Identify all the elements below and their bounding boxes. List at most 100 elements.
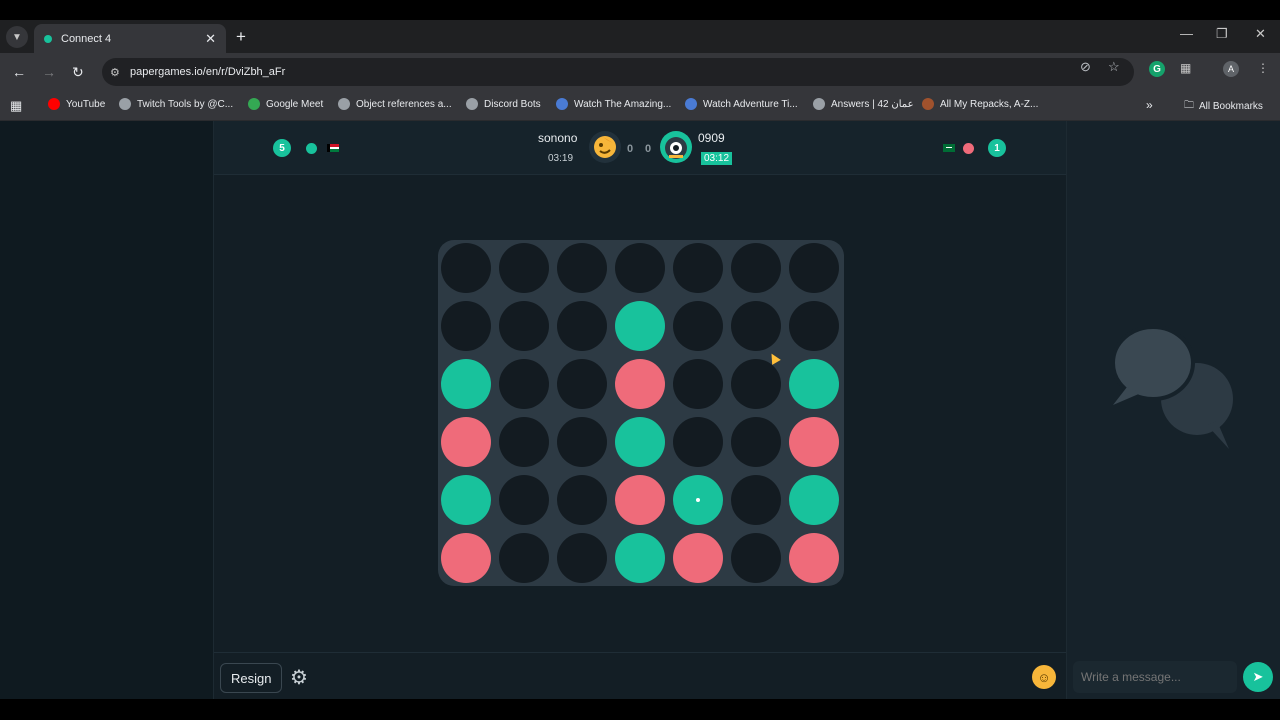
player1-score: 0 xyxy=(627,143,634,155)
empty-slot[interactable] xyxy=(673,359,723,409)
url-text[interactable]: papergames.io/en/r/DviZbh_aFr xyxy=(130,66,285,78)
empty-slot[interactable] xyxy=(731,475,781,525)
game-panel: 5 sonono 03:19 0 0 0909 03:12 1 Resign ⚙… xyxy=(213,121,1067,699)
more-bookmarks-icon[interactable]: » xyxy=(1146,98,1153,112)
chat-message-input[interactable] xyxy=(1073,661,1237,693)
bottom-letterbox xyxy=(0,699,1280,720)
player1-avatar xyxy=(589,131,621,163)
teal-disc[interactable] xyxy=(615,301,665,351)
empty-slot[interactable] xyxy=(789,301,839,351)
empty-slot[interactable] xyxy=(731,359,781,409)
teal-disc[interactable] xyxy=(615,417,665,467)
bookmark-item[interactable]: Discord Bots xyxy=(466,98,541,110)
bookmark-item[interactable]: All My Repacks, A-Z... xyxy=(922,98,1038,110)
all-bookmarks[interactable]: 🗀 All Bookmarks xyxy=(1184,98,1263,115)
close-window-icon[interactable]: ✕ xyxy=(1255,26,1266,42)
empty-slot[interactable] xyxy=(673,301,723,351)
empty-slot[interactable] xyxy=(441,301,491,351)
empty-slot[interactable] xyxy=(557,533,607,583)
bookmark-favicon-icon xyxy=(556,98,568,110)
bookmark-favicon-icon xyxy=(685,98,697,110)
game-header: 5 sonono 03:19 0 0 0909 03:12 1 xyxy=(214,121,1066,175)
all-bookmarks-label: All Bookmarks xyxy=(1199,101,1263,112)
reload-icon[interactable]: ↻ xyxy=(72,64,84,81)
bookmark-favicon-icon xyxy=(813,98,825,110)
empty-slot[interactable] xyxy=(789,243,839,293)
empty-slot[interactable] xyxy=(499,533,549,583)
teal-disc[interactable] xyxy=(789,359,839,409)
teal-disc[interactable] xyxy=(673,475,723,525)
empty-slot[interactable] xyxy=(731,417,781,467)
minimize-icon[interactable]: — xyxy=(1180,26,1193,41)
empty-slot[interactable] xyxy=(441,243,491,293)
close-tab-icon[interactable]: ✕ xyxy=(205,31,216,47)
red-disc[interactable] xyxy=(789,533,839,583)
send-icon[interactable]: ➤ xyxy=(1243,662,1273,692)
empty-slot[interactable] xyxy=(499,417,549,467)
empty-slot[interactable] xyxy=(557,359,607,409)
tab-search-icon[interactable]: ▼ xyxy=(6,26,28,48)
empty-slot[interactable] xyxy=(731,243,781,293)
profile-avatar[interactable]: A xyxy=(1223,61,1239,77)
menu-icon[interactable]: ⋮ xyxy=(1257,61,1269,75)
tab-connect-4[interactable]: Connect 4 ✕ xyxy=(34,24,226,53)
player2-flag-icon xyxy=(943,144,955,152)
player2-score: 0 xyxy=(645,143,652,155)
emoji-icon[interactable]: ☺ xyxy=(1032,665,1056,689)
bookmark-item[interactable]: Twitch Tools by @C... xyxy=(119,98,233,110)
browser-toolbar: ← → ↻ ⚙ papergames.io/en/r/DviZbh_aFr ⊘ … xyxy=(0,53,1280,91)
bookmark-item[interactable]: Watch Adventure Ti... xyxy=(685,98,798,110)
empty-slot[interactable] xyxy=(615,243,665,293)
red-disc[interactable] xyxy=(673,533,723,583)
bookmark-item[interactable]: Answers | عمان 42 xyxy=(813,98,914,110)
bookmark-item[interactable]: YouTube xyxy=(48,98,105,110)
empty-slot[interactable] xyxy=(499,475,549,525)
red-disc[interactable] xyxy=(441,533,491,583)
connect4-board[interactable] xyxy=(438,240,844,586)
empty-slot[interactable] xyxy=(557,475,607,525)
red-disc[interactable] xyxy=(441,417,491,467)
restore-icon[interactable]: ❐ xyxy=(1216,26,1228,42)
address-bar[interactable]: ⚙ papergames.io/en/r/DviZbh_aFr xyxy=(102,58,1134,86)
forward-icon[interactable]: → xyxy=(42,64,56,80)
red-dot xyxy=(963,143,974,154)
teal-disc[interactable] xyxy=(789,475,839,525)
left-player-badge: 5 xyxy=(273,139,291,157)
bookmark-star-icon[interactable]: ☆ xyxy=(1108,59,1120,75)
empty-slot[interactable] xyxy=(731,533,781,583)
screen: ▼ Connect 4 ✕ + — ❐ ✕ ← → ↻ ⚙ papergames… xyxy=(0,0,1280,720)
bookmark-label: Discord Bots xyxy=(484,98,541,110)
empty-slot[interactable] xyxy=(557,301,607,351)
teal-disc[interactable] xyxy=(441,475,491,525)
tab-title: Connect 4 xyxy=(61,32,112,45)
extensions-icon[interactable]: ▦ xyxy=(1180,61,1191,75)
red-disc[interactable] xyxy=(615,475,665,525)
grammarly-icon[interactable]: G xyxy=(1149,61,1165,77)
empty-slot[interactable] xyxy=(499,301,549,351)
player2-avatar xyxy=(660,131,692,163)
teal-disc[interactable] xyxy=(441,359,491,409)
bookmark-label: Twitch Tools by @C... xyxy=(137,98,234,110)
site-info-icon[interactable]: ⚙ xyxy=(110,66,130,79)
red-disc[interactable] xyxy=(615,359,665,409)
bookmark-item[interactable]: Object references a... xyxy=(338,98,452,110)
teal-disc[interactable] xyxy=(615,533,665,583)
empty-slot[interactable] xyxy=(499,243,549,293)
bookmark-item[interactable]: Watch The Amazing... xyxy=(556,98,671,110)
red-disc[interactable] xyxy=(789,417,839,467)
empty-slot[interactable] xyxy=(673,243,723,293)
empty-slot[interactable] xyxy=(557,417,607,467)
bookmark-favicon-icon xyxy=(338,98,350,110)
empty-slot[interactable] xyxy=(557,243,607,293)
new-tab-icon[interactable]: + xyxy=(236,27,246,47)
resign-button[interactable]: Resign xyxy=(220,663,283,693)
bookmark-item[interactable]: Google Meet xyxy=(248,98,323,110)
settings-gear-icon[interactable]: ⚙ xyxy=(290,665,308,690)
empty-slot[interactable] xyxy=(499,359,549,409)
back-icon[interactable]: ← xyxy=(12,64,26,80)
empty-slot[interactable] xyxy=(673,417,723,467)
apps-icon[interactable]: ▦ xyxy=(10,98,22,114)
empty-slot[interactable] xyxy=(731,301,781,351)
camera-blocked-icon[interactable]: ⊘ xyxy=(1080,59,1091,75)
left-pane xyxy=(0,121,213,699)
